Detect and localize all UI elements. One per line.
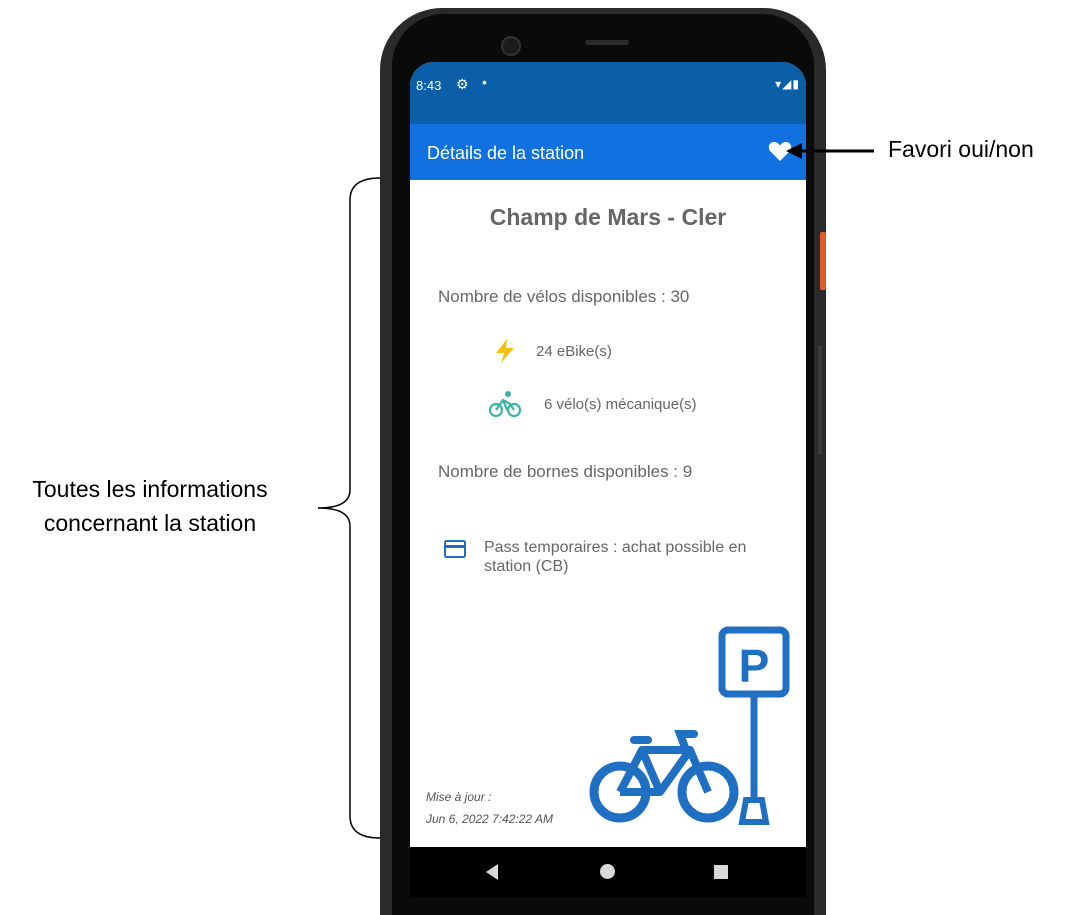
annotation-bracket [317,177,381,839]
annotation-graphics [317,143,874,839]
annotation-arrow-head [786,143,802,159]
